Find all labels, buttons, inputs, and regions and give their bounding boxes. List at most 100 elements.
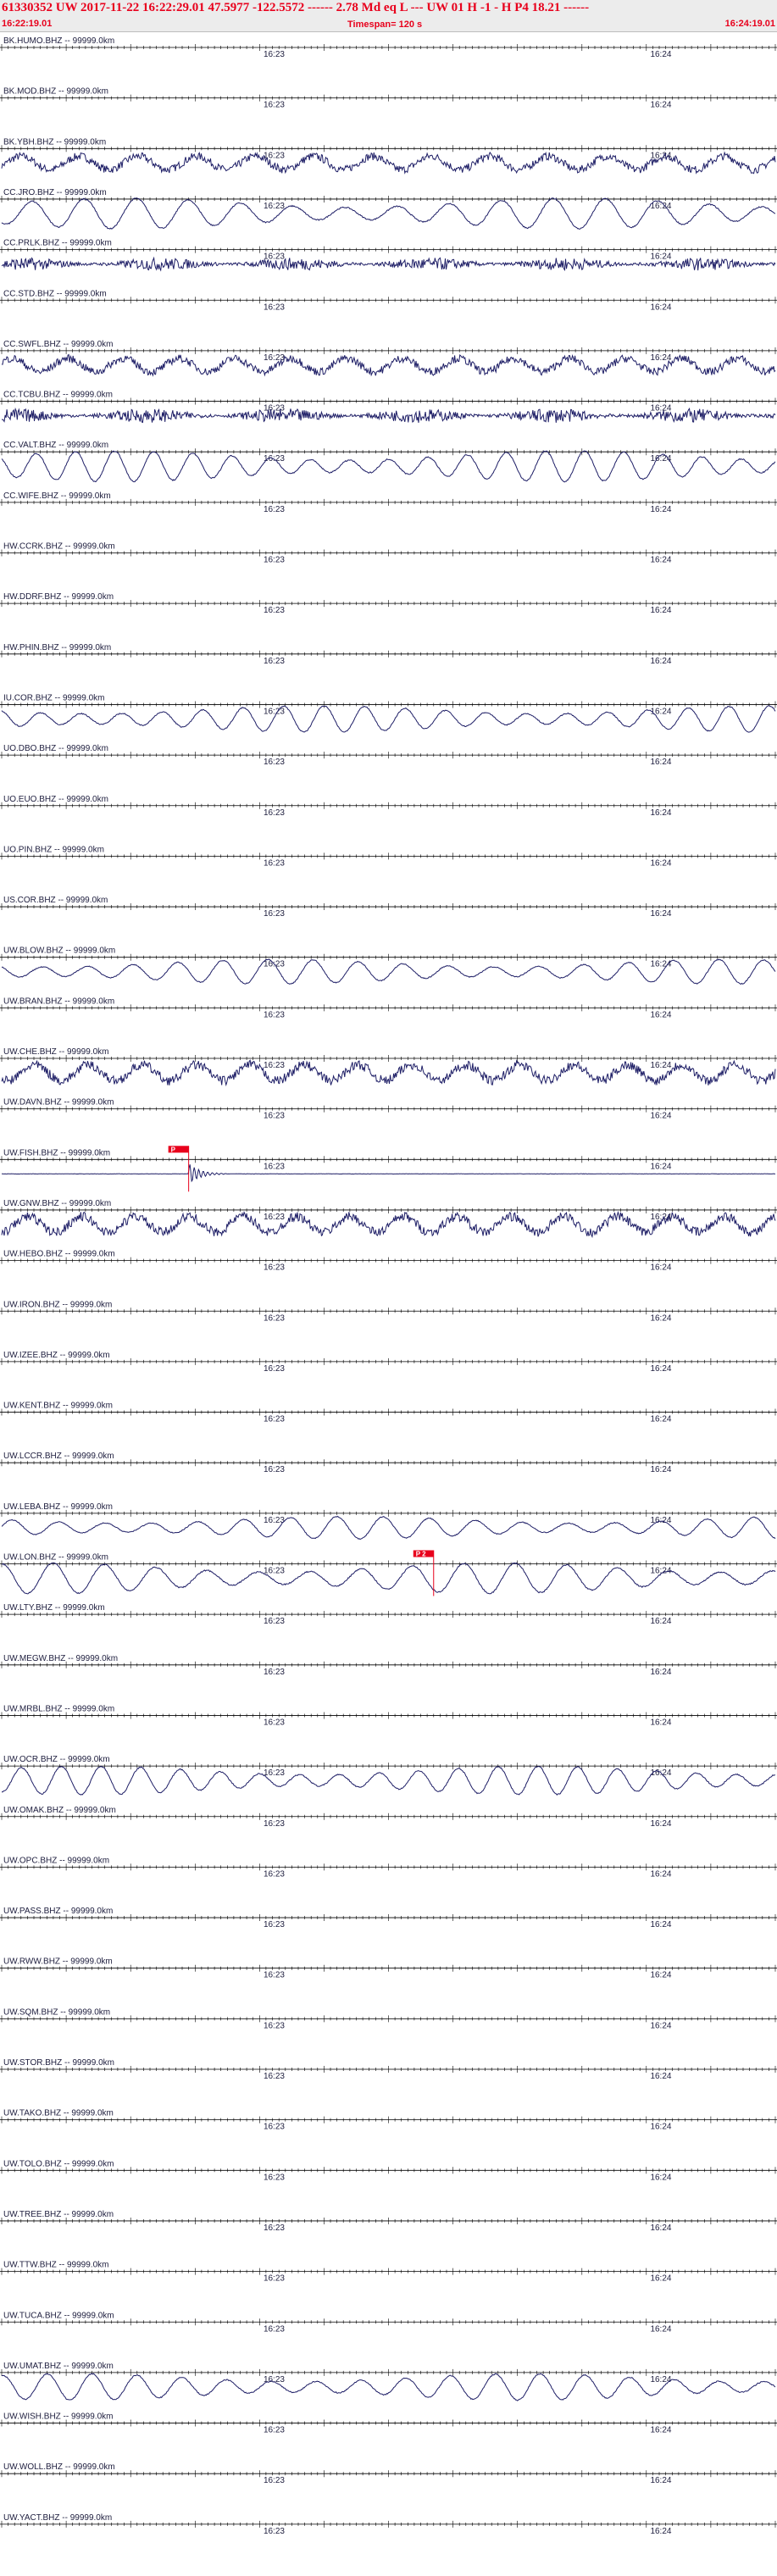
trace-row: UW.UMAT.BHZ -- 99999.0km 16:23 16:24 bbox=[0, 2362, 777, 2401]
window-end-time: 16:24:19.01 bbox=[724, 19, 775, 29]
channel-label: UW.KENT.BHZ -- 99999.0km bbox=[3, 1402, 113, 1411]
minute-label: 16:23 bbox=[264, 202, 285, 211]
trace-row: UW.RWW.BHZ -- 99999.0km 16:23 16:24 bbox=[0, 1957, 777, 1980]
window-start-time: 16:22:19.01 bbox=[2, 19, 53, 29]
minute-label: 16:23 bbox=[264, 253, 285, 262]
minute-label: 16:23 bbox=[264, 808, 285, 818]
channel-label: UW.CHE.BHZ -- 99999.0km bbox=[3, 1047, 108, 1057]
minute-label: 16:23 bbox=[264, 2476, 285, 2485]
channel-label: UW.TTW.BHZ -- 99999.0km bbox=[3, 2261, 108, 2270]
trace-row: HW.DDRF.BHZ -- 99999.0km 16:23 16:24 bbox=[0, 592, 777, 615]
minute-label: 16:23 bbox=[264, 1768, 285, 1778]
channel-label: BK.YBH.BHZ -- 99999.0km bbox=[3, 137, 106, 147]
minute-label: 16:24 bbox=[650, 1819, 671, 1829]
minute-label: 16:24 bbox=[650, 1061, 671, 1070]
minute-label: 16:23 bbox=[264, 1718, 285, 1727]
channel-label: UW.BRAN.BHZ -- 99999.0km bbox=[3, 997, 114, 1006]
trace-row: UW.TTW.BHZ -- 99999.0km 16:23 16:24 bbox=[0, 2261, 777, 2284]
trace-row: UW.IRON.BHZ -- 99999.0km 16:23 16:24 bbox=[0, 1300, 777, 1323]
minute-label: 16:24 bbox=[650, 1718, 671, 1727]
minute-label: 16:24 bbox=[650, 1668, 671, 1677]
minute-label: 16:23 bbox=[264, 2123, 285, 2132]
minute-label: 16:23 bbox=[264, 2173, 285, 2182]
trace-row: UW.WOLL.BHZ -- 99999.0km 16:23 16:24 bbox=[0, 2462, 777, 2485]
minute-label: 16:23 bbox=[264, 2324, 285, 2334]
minute-label: 16:24 bbox=[650, 1162, 671, 1171]
channel-label: UW.OMAK.BHZ -- 99999.0km bbox=[3, 1806, 116, 1815]
minute-label: 16:24 bbox=[650, 2021, 671, 2030]
minute-label: 16:24 bbox=[650, 2375, 671, 2384]
trace-row: UW.MRBL.BHZ -- 99999.0km 16:23 16:24 bbox=[0, 1704, 777, 1727]
minute-label: 16:23 bbox=[264, 1668, 285, 1677]
minute-label: 16:24 bbox=[650, 505, 671, 514]
channel-label: UW.TUCA.BHZ -- 99999.0km bbox=[3, 2311, 114, 2320]
trace-row: UW.MEGW.BHZ -- 99999.0km 16:23 16:24 bbox=[0, 1654, 777, 1677]
minute-label: 16:24 bbox=[650, 303, 671, 312]
minute-label: 16:24 bbox=[650, 2274, 671, 2284]
minute-label: 16:23 bbox=[264, 1162, 285, 1171]
channel-label: BK.HUMO.BHZ -- 99999.0km bbox=[3, 36, 114, 46]
trace-row: UW.HEBO.BHZ -- 99999.0km 16:23 16:24 bbox=[0, 1250, 777, 1273]
channel-label: UW.IRON.BHZ -- 99999.0km bbox=[3, 1300, 112, 1309]
minute-label: 16:24 bbox=[650, 50, 671, 59]
channel-label: UW.BLOW.BHZ -- 99999.0km bbox=[3, 947, 115, 956]
channel-label: US.COR.BHZ -- 99999.0km bbox=[3, 896, 108, 905]
minute-label: 16:24 bbox=[650, 1263, 671, 1273]
trace-row: CC.VALT.BHZ -- 99999.0km16:23 16:24 bbox=[0, 441, 777, 483]
trace-row: UW.STOR.BHZ -- 99999.0km 16:23 16:24 bbox=[0, 2058, 777, 2081]
trace-row: UW.PASS.BHZ -- 99999.0km 16:23 16:24 bbox=[0, 1907, 777, 1929]
channel-label: UW.WISH.BHZ -- 99999.0km bbox=[3, 2412, 113, 2422]
minute-label: 16:24 bbox=[650, 2426, 671, 2435]
channel-label: UW.MRBL.BHZ -- 99999.0km bbox=[3, 1704, 114, 1713]
trace-row: IU.COR.BHZ -- 99999.0km 16:23 16:24 bbox=[0, 693, 777, 733]
minute-label: 16:24 bbox=[650, 1112, 671, 1121]
event-summary: 61330352 UW 2017-11-22 16:22:29.01 47.59… bbox=[2, 1, 590, 14]
channel-label: UW.LCCR.BHZ -- 99999.0km bbox=[3, 1452, 114, 1461]
channel-label: UW.LON.BHZ -- 99999.0km bbox=[3, 1553, 108, 1563]
trace-row: CC.SWFL.BHZ -- 99999.0km16:23 16:24 bbox=[0, 340, 777, 377]
channel-label: CC.STD.BHZ -- 99999.0km bbox=[3, 289, 107, 298]
minute-label: 16:23 bbox=[264, 1920, 285, 1929]
channel-label: UW.IZEE.BHZ -- 99999.0km bbox=[3, 1351, 110, 1360]
minute-label: 16:24 bbox=[650, 858, 671, 868]
minute-label: 16:24 bbox=[650, 1364, 671, 1374]
channel-label: UW.OCR.BHZ -- 99999.0km bbox=[3, 1755, 110, 1764]
channel-label: CC.VALT.BHZ -- 99999.0km bbox=[3, 441, 108, 450]
minute-label: 16:24 bbox=[650, 1920, 671, 1929]
trace-row: UW.GNW.BHZ -- 99999.0km16:23 16:24 bbox=[0, 1199, 777, 1239]
minute-label: 16:23 bbox=[264, 2375, 285, 2384]
minute-label: 16:24 bbox=[650, 1869, 671, 1879]
minute-label: 16:24 bbox=[650, 707, 671, 716]
trace-row: UW.OCR.BHZ -- 99999.0km16:23 16:24 bbox=[0, 1755, 777, 1796]
channel-label: UW.OPC.BHZ -- 99999.0km bbox=[3, 1856, 109, 1865]
minute-label: 16:23 bbox=[264, 2527, 285, 2536]
channel-label: HW.DDRF.BHZ -- 99999.0km bbox=[3, 592, 114, 602]
trace-row: CC.WIFE.BHZ -- 99999.0km 16:23 16:24 bbox=[0, 491, 777, 514]
trace-row: BK.HUMO.BHZ -- 99999.0km 16:23 16:24 bbox=[0, 36, 777, 59]
minute-label: 16:24 bbox=[650, 606, 671, 615]
channel-label: BK.MOD.BHZ -- 99999.0km bbox=[3, 87, 108, 97]
trace-row: UW.BLOW.BHZ -- 99999.0km16:23 16:24 bbox=[0, 947, 777, 985]
trace-row: CC.PRLK.BHZ -- 99999.0km 16:23 16:24 bbox=[0, 239, 777, 272]
trace-row: UW.LON.BHZ -- 99999.0km16:23 16:24P 2 bbox=[0, 1550, 777, 1596]
minute-label: 16:23 bbox=[264, 707, 285, 716]
trace-row: HW.PHIN.BHZ -- 99999.0km 16:23 16:24 bbox=[0, 643, 777, 666]
trace-row: CC.JRO.BHZ -- 99999.0km 16:23 16:24 bbox=[0, 188, 777, 230]
minute-label: 16:24 bbox=[650, 1010, 671, 1019]
channel-label: UW.YACT.BHZ -- 99999.0km bbox=[3, 2513, 112, 2523]
channel-label: HW.PHIN.BHZ -- 99999.0km bbox=[3, 643, 111, 652]
minute-label: 16:23 bbox=[264, 1313, 285, 1323]
minute-label: 16:23 bbox=[264, 606, 285, 615]
channel-label: UW.MEGW.BHZ -- 99999.0km bbox=[3, 1654, 118, 1663]
pick-label: P bbox=[171, 1146, 176, 1153]
channel-label: IU.COR.BHZ -- 99999.0km bbox=[3, 693, 104, 702]
trace-row: UW.LTY.BHZ -- 99999.0km 16:23 16:24 bbox=[0, 1603, 777, 1626]
channel-label: UW.DAVN.BHZ -- 99999.0km bbox=[3, 1098, 114, 1108]
channel-label: UO.PIN.BHZ -- 99999.0km bbox=[3, 845, 104, 854]
trace-row: UO.EUO.BHZ -- 99999.0km 16:23 16:24 bbox=[0, 795, 777, 818]
trace-row: UO.PIN.BHZ -- 99999.0km 16:23 16:24 bbox=[0, 845, 777, 868]
minute-label: 16:24 bbox=[650, 2223, 671, 2233]
minute-label: 16:23 bbox=[264, 1971, 285, 1980]
trace-row: UW.WISH.BHZ -- 99999.0km 16:23 16:24 bbox=[0, 2412, 777, 2435]
minute-label: 16:24 bbox=[650, 1465, 671, 1474]
